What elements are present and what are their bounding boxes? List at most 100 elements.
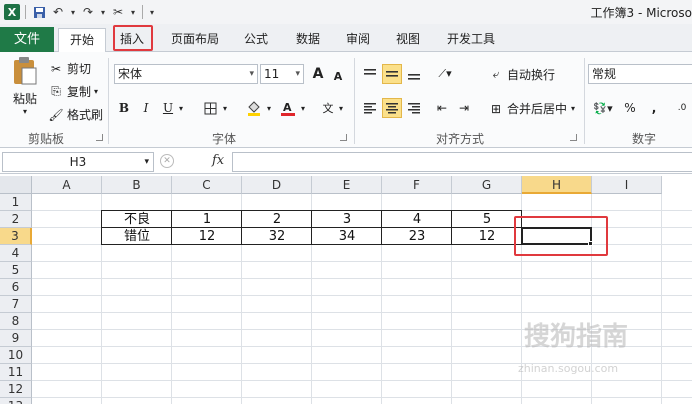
row-header-1[interactable]: 1 — [0, 194, 32, 211]
percent-button[interactable]: % — [620, 98, 640, 118]
grow-font-button[interactable]: A — [308, 64, 328, 84]
fill-color-button[interactable] — [244, 98, 264, 118]
currency-button[interactable]: 💱▾ — [590, 98, 616, 118]
bold-button[interactable]: B — [114, 98, 134, 118]
copy-icon: ⎘ — [51, 84, 61, 98]
undo-icon[interactable]: ↶ — [50, 4, 66, 20]
redo-icon[interactable]: ↷ — [80, 4, 96, 20]
fill-color-dropdown-icon[interactable]: ▾ — [264, 98, 274, 118]
row-header-5[interactable]: 5 — [0, 262, 32, 279]
tab-data[interactable]: 数据 — [288, 28, 328, 52]
tools-icon[interactable]: ✂ — [110, 4, 126, 20]
column-header-b[interactable]: B — [102, 176, 172, 194]
paste-button[interactable]: 粘贴 ▾ — [8, 56, 42, 116]
table-cell[interactable]: 错位 — [102, 228, 172, 245]
table-cell[interactable]: 5 — [452, 211, 522, 228]
number-format-select[interactable]: 常规 — [588, 64, 692, 84]
align-right-button[interactable] — [404, 98, 424, 118]
border-dropdown-icon[interactable]: ▾ — [220, 98, 230, 118]
table-cell[interactable]: 12 — [452, 228, 522, 245]
increase-decimal-button[interactable]: .0 — [672, 98, 692, 118]
shrink-font-button[interactable]: A — [328, 66, 348, 86]
column-header-i[interactable]: I — [592, 176, 662, 194]
orientation-button[interactable]: ⟋▾ — [432, 64, 458, 84]
column-header-h[interactable]: H — [522, 176, 592, 194]
row-header-4[interactable]: 4 — [0, 245, 32, 262]
copy-dropdown-icon[interactable]: ▾ — [94, 87, 98, 96]
cut-label: 剪切 — [67, 62, 92, 76]
font-color-button[interactable]: A — [278, 98, 298, 118]
underline-dropdown-icon[interactable]: ▾ — [176, 98, 186, 118]
table-cell[interactable]: 2 — [242, 211, 312, 228]
table-cell[interactable]: 34 — [312, 228, 382, 245]
customize-qat-icon[interactable]: ▾ — [148, 4, 156, 20]
wrap-text-button[interactable]: ⤶ 自动换行 — [488, 66, 555, 83]
formula-input[interactable] — [232, 152, 692, 172]
underline-button[interactable]: U — [158, 98, 178, 118]
row-header-9[interactable]: 9 — [0, 330, 32, 347]
comma-button[interactable]: , — [644, 98, 664, 118]
column-header-g[interactable]: G — [452, 176, 522, 194]
tab-review[interactable]: 审阅 — [338, 28, 378, 52]
row-header-10[interactable]: 10 — [0, 347, 32, 364]
save-icon[interactable] — [31, 4, 47, 20]
formula-cancel-icon[interactable]: ✕ — [160, 154, 174, 168]
row-header-11[interactable]: 11 — [0, 364, 32, 381]
tab-view[interactable]: 视图 — [388, 28, 428, 52]
row-header-3[interactable]: 3 — [0, 228, 32, 245]
row-header-7[interactable]: 7 — [0, 296, 32, 313]
phonetic-dropdown-icon[interactable]: ▾ — [336, 98, 346, 118]
column-header-e[interactable]: E — [312, 176, 382, 194]
select-all-corner[interactable] — [0, 176, 32, 194]
column-header-a[interactable]: A — [32, 176, 102, 194]
column-header-f[interactable]: F — [382, 176, 452, 194]
increase-indent-button[interactable]: ⇥ — [454, 98, 474, 118]
font-size-select[interactable]: 11 ▾ — [260, 64, 304, 84]
row-header-8[interactable]: 8 — [0, 313, 32, 330]
copy-button[interactable]: ⎘ 复制 ▾ — [48, 83, 98, 100]
table-cell[interactable]: 不良 — [102, 211, 172, 228]
tab-formulas[interactable]: 公式 — [236, 28, 276, 52]
font-color-dropdown-icon[interactable]: ▾ — [298, 98, 308, 118]
phonetic-button[interactable]: 文 — [318, 98, 338, 118]
row-header-6[interactable]: 6 — [0, 279, 32, 296]
table-cell[interactable]: 23 — [382, 228, 452, 245]
redo-dropdown-icon[interactable]: ▾ — [99, 4, 107, 20]
cut-button[interactable]: ✂ 剪切 — [48, 60, 91, 77]
table-cell[interactable]: 4 — [382, 211, 452, 228]
font-name-value: 宋体 — [118, 67, 143, 81]
italic-button[interactable]: I — [136, 98, 156, 118]
merge-dropdown-icon[interactable]: ▾ — [571, 104, 575, 113]
align-middle-button[interactable] — [382, 64, 402, 84]
tab-file[interactable]: 文件 — [0, 27, 54, 52]
decrease-indent-button[interactable]: ⇤ — [432, 98, 452, 118]
table-cell[interactable]: 1 — [172, 211, 242, 228]
align-left-button[interactable] — [360, 98, 380, 118]
column-header-c[interactable]: C — [172, 176, 242, 194]
tab-page-layout[interactable]: 页面布局 — [164, 28, 226, 52]
column-header-d[interactable]: D — [242, 176, 312, 194]
undo-dropdown-icon[interactable]: ▾ — [69, 4, 77, 20]
align-bottom-button[interactable] — [404, 64, 424, 84]
table-cell[interactable]: 32 — [242, 228, 312, 245]
insert-function-button[interactable]: fx — [212, 153, 224, 168]
format-painter-button[interactable]: 🖌 格式刷 — [48, 106, 103, 123]
alignment-launcher-icon[interactable] — [570, 134, 577, 141]
row-header-12[interactable]: 12 — [0, 381, 32, 398]
row-header-2[interactable]: 2 — [0, 211, 32, 228]
table-cell[interactable]: 3 — [312, 211, 382, 228]
border-button[interactable] — [200, 98, 220, 118]
name-box[interactable]: H3 ▾ — [2, 152, 154, 172]
merge-center-button[interactable]: ⊞ 合并后居中 ▾ — [488, 100, 575, 117]
font-name-select[interactable]: 宋体 ▾ — [114, 64, 258, 84]
align-top-button[interactable] — [360, 64, 380, 84]
align-center-button[interactable] — [382, 98, 402, 118]
tools-dropdown-icon[interactable]: ▾ — [129, 4, 137, 20]
paste-dropdown-icon[interactable]: ▾ — [23, 107, 27, 116]
font-launcher-icon[interactable] — [340, 134, 347, 141]
table-cell[interactable]: 12 — [172, 228, 242, 245]
row-header-13[interactable]: 13 — [0, 398, 32, 404]
tab-developer[interactable]: 开发工具 — [440, 28, 502, 52]
tab-home[interactable]: 开始 — [58, 28, 106, 53]
clipboard-launcher-icon[interactable] — [96, 134, 103, 141]
